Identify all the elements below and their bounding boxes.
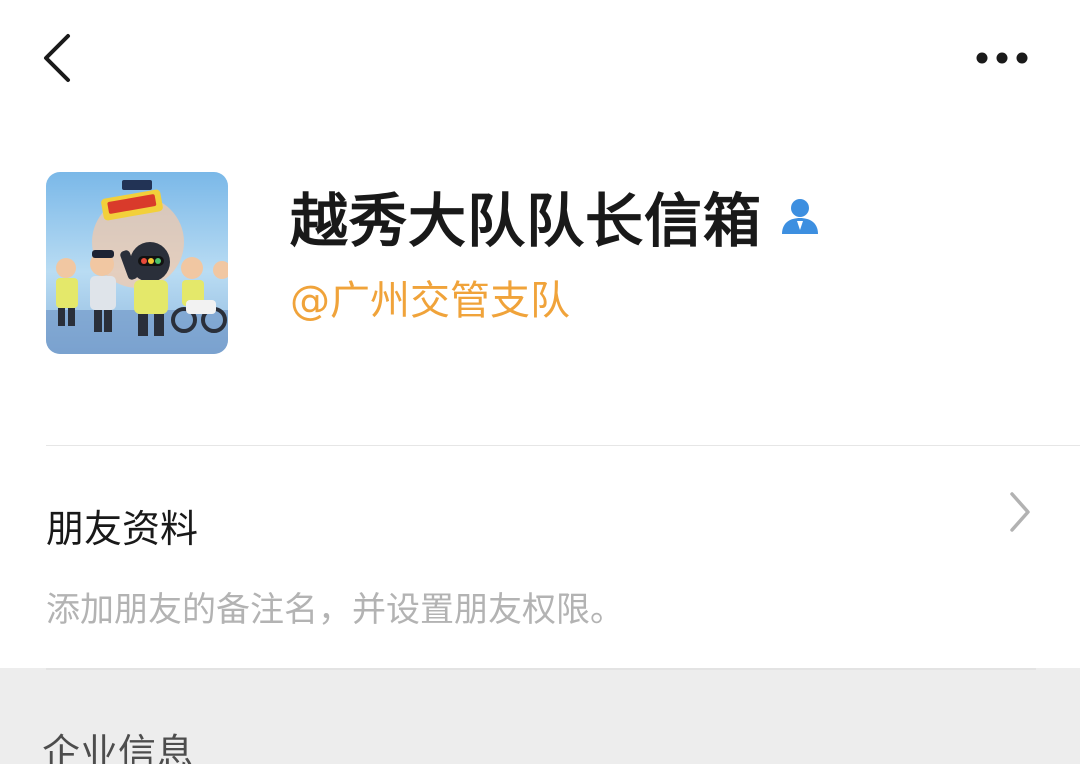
enterprise-info-label: 企业信息 [42,731,195,764]
friend-info-row[interactable]: 朋友资料 添加朋友的备注名，并设置朋友权限。 [0,446,1080,668]
person-verified-icon [782,199,819,234]
friend-info-title: 朋友资料 [46,507,199,551]
chevron-left-icon [44,34,70,82]
cartoon-traffic-police-avatar [46,172,228,354]
more-button[interactable] [970,42,1034,74]
back-button[interactable] [38,30,78,86]
more-dots-icon [976,52,1028,64]
friend-info-description: 添加朋友的备注名，并设置朋友权限。 [46,590,624,630]
divider [46,668,1036,670]
chevron-right-icon [1010,492,1030,532]
account-handle[interactable]: @广州交管支队 [290,268,570,326]
contact-name: 越秀大队队长信箱 [290,187,763,255]
avatar[interactable] [46,172,228,354]
name-row: 越秀大队队长信箱 [290,176,822,256]
contact-profile-page: 越秀大队队长信箱 @广州交管支队 朋友资料 添加朋友的备注名，并设置朋友权限。 … [0,0,1080,764]
